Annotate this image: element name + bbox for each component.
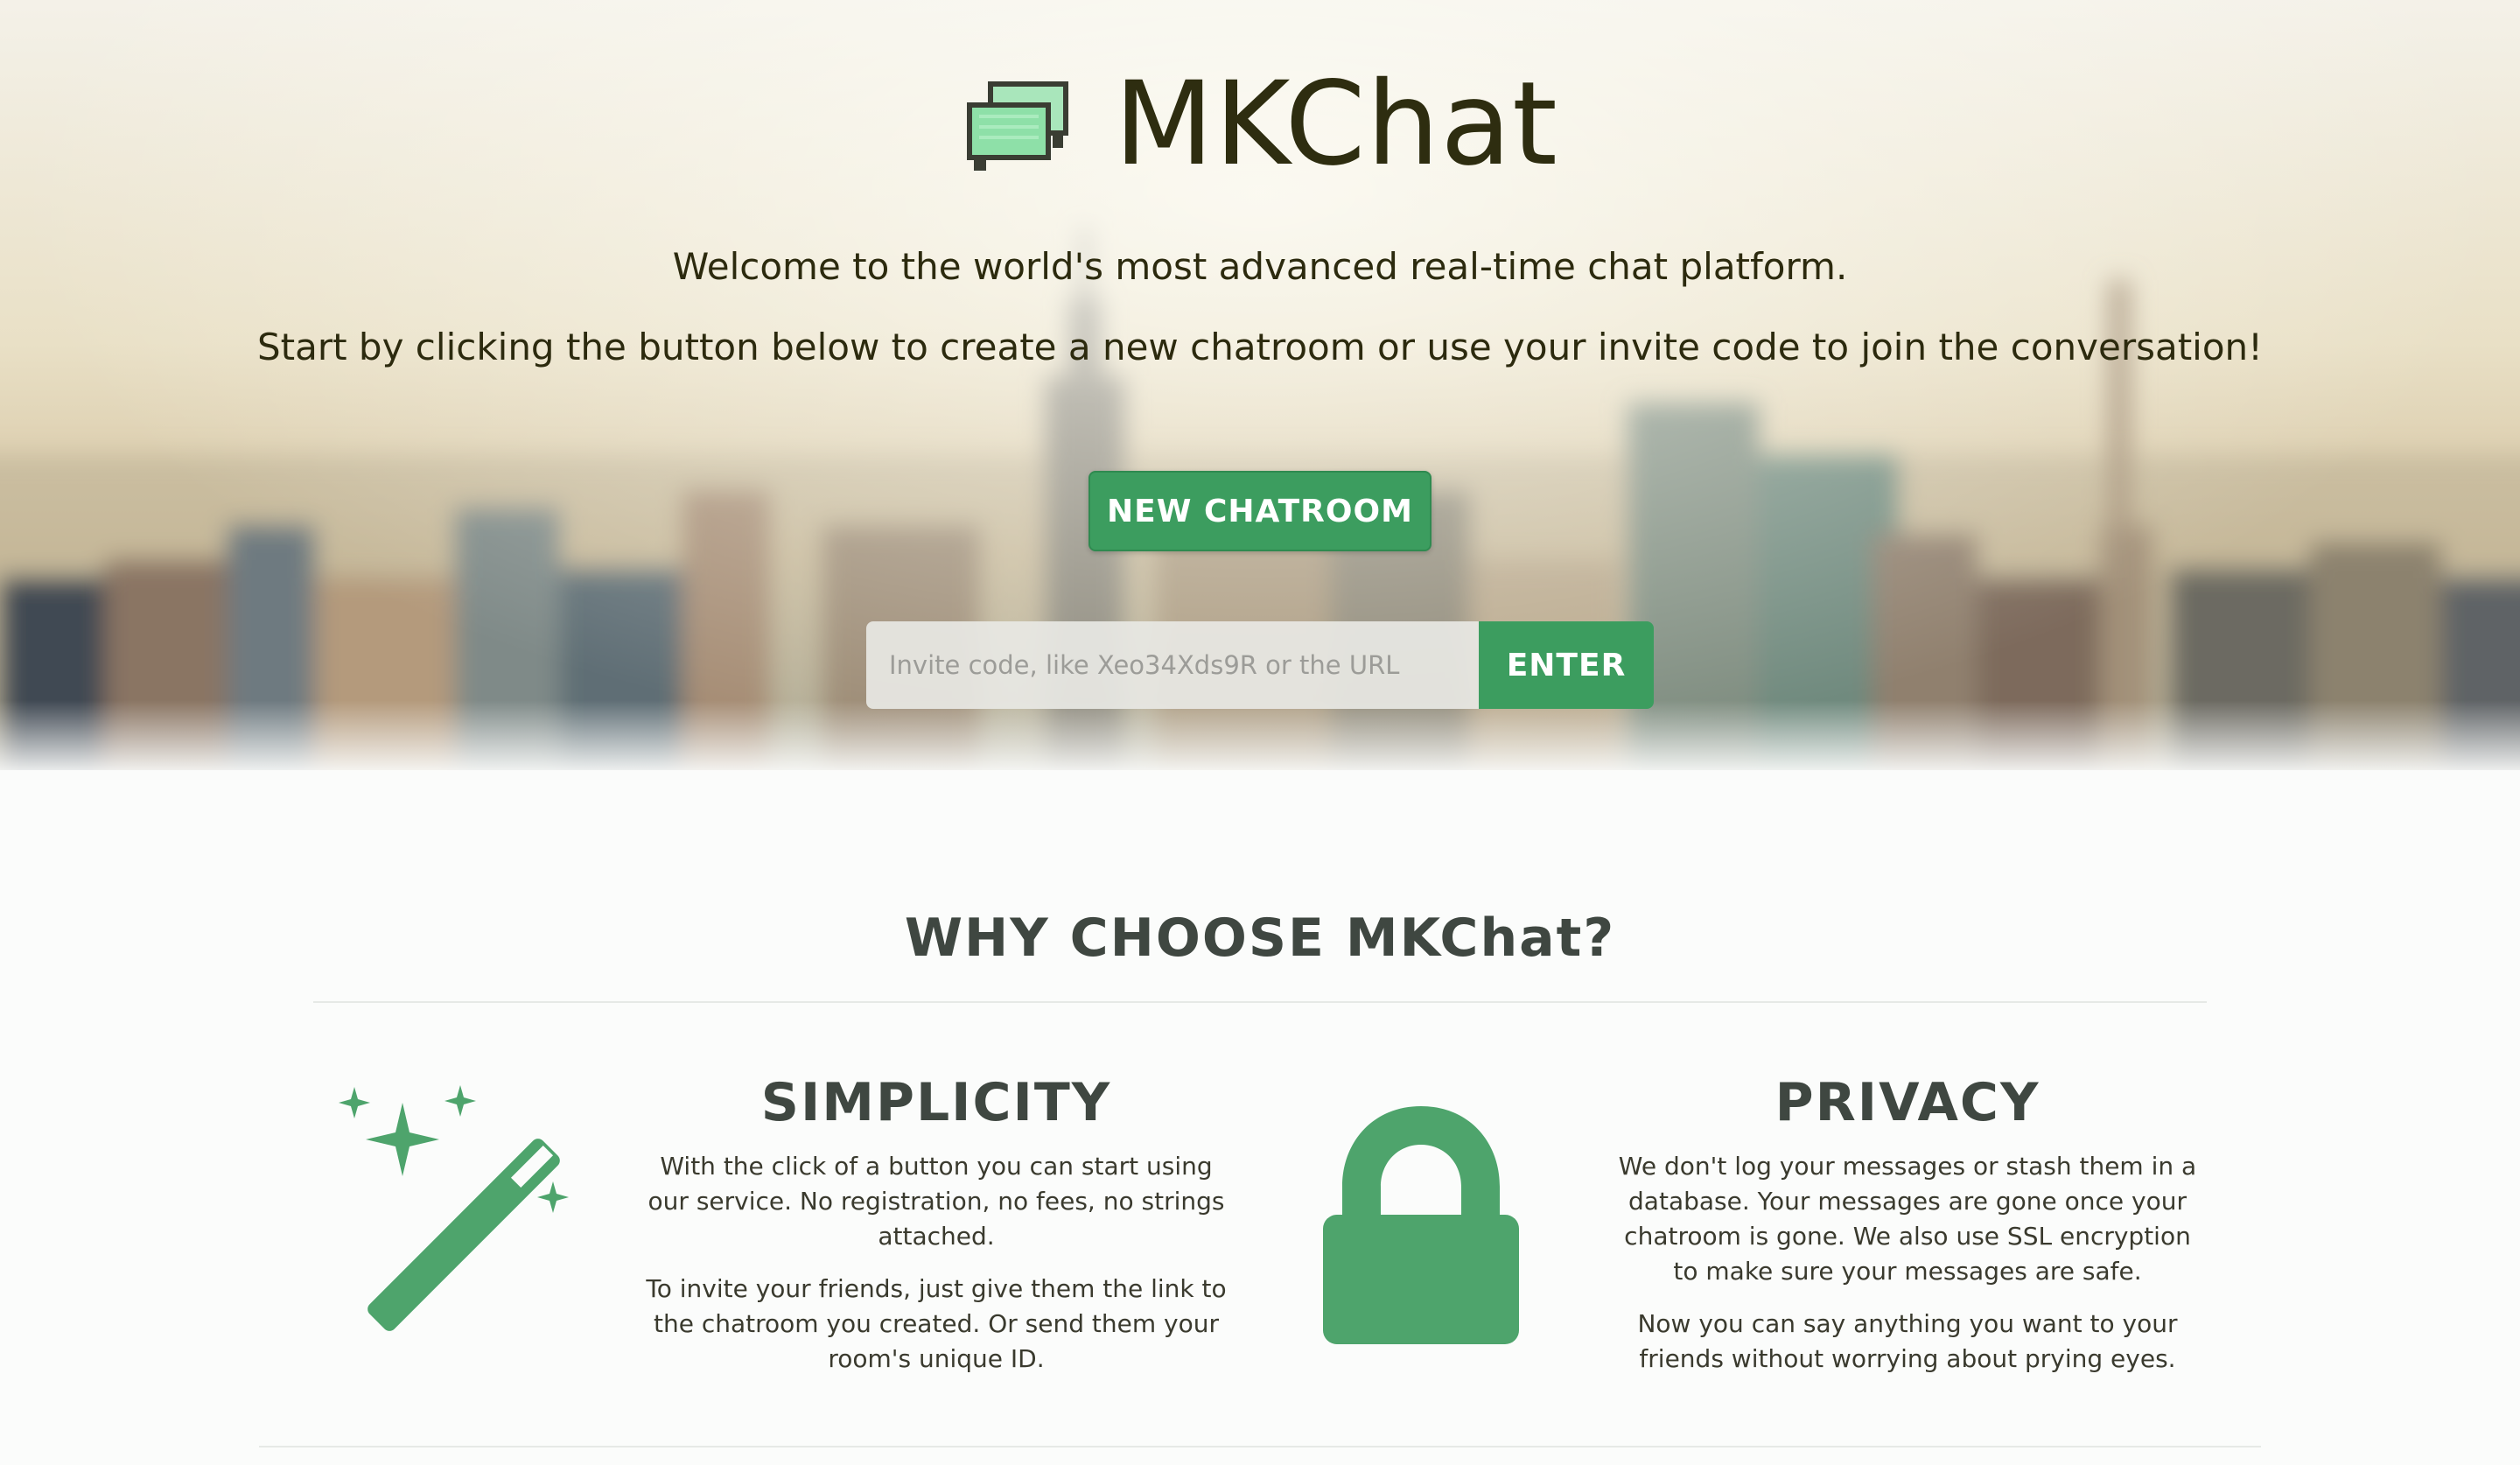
simplicity-paragraph-1: With the click of a button you can start… (648, 1152, 1225, 1251)
welcome-text: Welcome to the world's most advanced rea… (672, 245, 1848, 288)
footer-divider (259, 1446, 2261, 1447)
lock-icon (1323, 1106, 1519, 1344)
privacy-paragraph-1: We don't log your messages or stash them… (1618, 1152, 2197, 1286)
new-chatroom-button[interactable]: NEW CHATROOM (1088, 471, 1432, 551)
privacy-paragraph-2: Now you can say anything you want to you… (1637, 1309, 2178, 1373)
enter-button[interactable]: ENTER (1479, 621, 1654, 709)
page: MKChat Welcome to the world's most advan… (0, 0, 2520, 1465)
chat-bubbles-icon (967, 81, 1069, 171)
section-divider (313, 1001, 2207, 1003)
simplicity-title: SIMPLICITY (760, 1072, 1112, 1133)
hero-section: MKChat Welcome to the world's most advan… (0, 0, 2520, 770)
invite-form: ENTER (866, 621, 1654, 709)
hero-bottom-fade (0, 700, 2520, 770)
why-choose-heading: WHY CHOOSE MKChat? (904, 908, 1616, 969)
app-title: MKChat (1114, 57, 1558, 192)
brand-header: MKChat (0, 54, 2520, 194)
invite-code-input[interactable] (866, 621, 1479, 709)
magic-wand-icon (339, 1085, 569, 1331)
instructions-text: Start by clicking the button below to cr… (256, 326, 2263, 368)
privacy-title: PRIVACY (1774, 1072, 2040, 1133)
simplicity-paragraph-2: To invite your friends, just give them t… (646, 1274, 1227, 1373)
